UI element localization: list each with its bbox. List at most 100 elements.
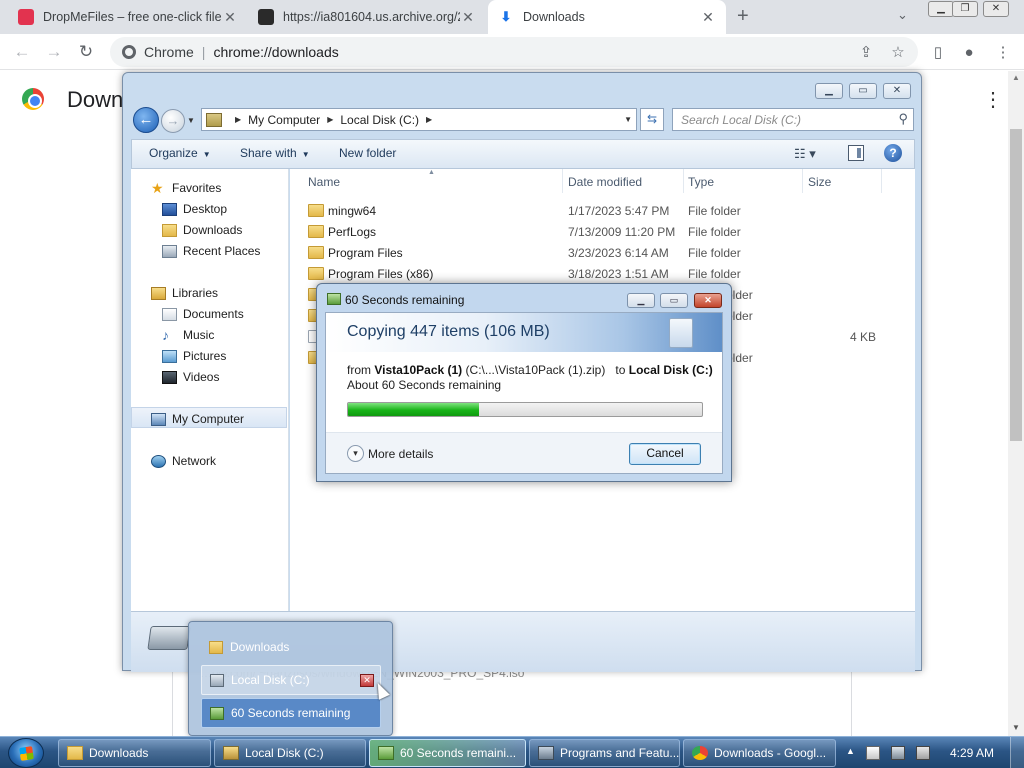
- address-bar[interactable]: Chrome | chrome://downloads: [110, 37, 918, 67]
- share-with-button[interactable]: Share with ▼: [240, 146, 310, 160]
- file-row[interactable]: Program Files (x86) 3/18/2023 1:51 AM Fi…: [290, 264, 890, 285]
- nav-recent-places[interactable]: Recent Places: [162, 244, 260, 258]
- change-view-icon[interactable]: ☷ ▾: [794, 146, 816, 162]
- volume-muted-icon[interactable]: [916, 746, 930, 760]
- column-name[interactable]: Name: [308, 175, 340, 189]
- taskbar-clock[interactable]: 4:29 AM: [950, 746, 994, 760]
- share-icon[interactable]: ⇪: [857, 44, 875, 62]
- close-window-button[interactable]: ✕: [983, 1, 1009, 17]
- cancel-button[interactable]: Cancel: [629, 443, 701, 465]
- close-tab-icon[interactable]: ✕: [700, 9, 716, 26]
- copy-dialog-minimize-button[interactable]: ▁: [627, 293, 655, 308]
- column-divider[interactable]: [562, 169, 563, 193]
- forward-button[interactable]: →: [42, 41, 66, 63]
- breadcrumb-chevron-icon[interactable]: ▶: [426, 115, 432, 124]
- taskbar-button-downloads[interactable]: Downloads: [58, 739, 211, 767]
- organize-button[interactable]: Organize ▼: [149, 146, 211, 160]
- new-folder-button[interactable]: New folder: [339, 146, 396, 160]
- downloads-menu-icon[interactable]: ⋮: [983, 87, 1003, 112]
- breadcrumb-my-computer[interactable]: My Computer: [248, 113, 320, 127]
- preview-pane-icon[interactable]: [848, 145, 864, 161]
- nav-desktop[interactable]: Desktop: [162, 202, 227, 216]
- scroll-down-arrow-icon[interactable]: ▼: [1012, 723, 1020, 732]
- column-divider[interactable]: [881, 169, 882, 193]
- close-tab-icon[interactable]: ✕: [460, 9, 476, 26]
- scroll-up-arrow-icon[interactable]: ▲: [1012, 73, 1020, 82]
- network-tray-icon[interactable]: [891, 746, 905, 760]
- tab-downloads[interactable]: ⬇ Downloads ✕: [488, 0, 726, 34]
- column-divider[interactable]: [802, 169, 803, 193]
- popup-item-local-disk[interactable]: Local Disk (C:) ✕: [201, 665, 381, 695]
- taskbar-button-chrome[interactable]: Downloads - Googl...: [683, 739, 836, 767]
- action-center-flag-icon[interactable]: [866, 746, 880, 760]
- file-row[interactable]: mingw64 1/17/2023 5:47 PM File folder: [290, 201, 890, 222]
- explorer-maximize-button[interactable]: ▭: [849, 83, 877, 99]
- nav-network[interactable]: Network: [151, 454, 216, 468]
- breadcrumb-chevron-icon[interactable]: ▶: [327, 115, 333, 124]
- nav-documents[interactable]: Documents: [162, 307, 244, 321]
- scrollbar-thumb[interactable]: [1010, 129, 1022, 441]
- profile-avatar-icon[interactable]: ●: [960, 44, 978, 62]
- file-date: 1/17/2023 5:47 PM: [568, 204, 670, 218]
- close-tab-icon[interactable]: ✕: [222, 9, 238, 26]
- search-icon[interactable]: ⚲: [898, 111, 908, 127]
- chrome-menu-icon[interactable]: ⋮: [994, 44, 1012, 62]
- reload-button[interactable]: ↻: [74, 41, 98, 63]
- explorer-minimize-button[interactable]: ▁: [815, 83, 843, 99]
- history-dropdown-icon[interactable]: ▼: [187, 116, 195, 125]
- bookmark-star-icon[interactable]: ☆: [889, 44, 907, 62]
- chrome-site-icon: [122, 45, 136, 59]
- nav-downloads[interactable]: Downloads: [162, 223, 242, 237]
- destination-name[interactable]: Local Disk (C:): [629, 363, 713, 377]
- show-hidden-icons-arrow-icon[interactable]: ▲: [846, 746, 855, 756]
- column-size[interactable]: Size: [808, 175, 831, 189]
- tab-dropmefiles[interactable]: DropMeFiles – free one-click file ✕: [8, 0, 248, 34]
- search-placeholder: Search Local Disk (C:): [681, 113, 802, 127]
- tab-archive[interactable]: https://ia801604.us.archive.org/2 ✕: [248, 0, 486, 34]
- explorer-refresh-button[interactable]: ⇆: [640, 108, 664, 131]
- taskbar-button-programs-features[interactable]: Programs and Featu...: [529, 739, 680, 767]
- start-button[interactable]: [8, 738, 44, 768]
- taskbar-button-copy-progress[interactable]: 60 Seconds remaini...: [369, 739, 526, 767]
- taskbar-button-local-disk[interactable]: Local Disk (C:): [214, 739, 366, 767]
- breadcrumb-local-disk[interactable]: Local Disk (C:): [340, 113, 419, 127]
- explorer-back-button[interactable]: ←: [133, 107, 159, 133]
- nav-my-computer[interactable]: My Computer: [151, 412, 244, 426]
- nav-label: Recent Places: [183, 244, 261, 258]
- show-desktop-button[interactable]: [1010, 737, 1024, 768]
- nav-label: Videos: [183, 370, 220, 384]
- popup-item-downloads[interactable]: Downloads: [201, 632, 381, 662]
- more-details-toggle[interactable]: ▾ More details: [347, 445, 433, 462]
- nav-libraries[interactable]: Libraries: [151, 286, 218, 300]
- nav-pictures[interactable]: Pictures: [162, 349, 226, 363]
- copy-dialog-maximize-button[interactable]: ▭: [660, 293, 688, 308]
- minimize-button[interactable]: ▁: [928, 1, 954, 17]
- nav-favorites[interactable]: ★ Favorites: [151, 181, 221, 196]
- column-date-modified[interactable]: Date modified: [568, 175, 642, 189]
- file-row[interactable]: Program Files 3/23/2023 6:14 AM File fol…: [290, 243, 890, 264]
- column-divider[interactable]: [683, 169, 684, 193]
- help-icon[interactable]: ?: [884, 144, 902, 162]
- source-name[interactable]: Vista10Pack (1): [374, 363, 462, 377]
- explorer-search-input[interactable]: Search Local Disk (C:) ⚲: [672, 108, 914, 131]
- breadcrumb-chevron-icon[interactable]: ▶: [235, 115, 241, 124]
- copy-source-destination: from Vista10Pack (1) (C:\...\Vista10Pack…: [347, 363, 713, 377]
- explorer-address-bar[interactable]: ▶ My Computer ▶ Local Disk (C:) ▶ ▼: [201, 108, 637, 131]
- new-tab-button[interactable]: +: [737, 5, 749, 28]
- address-dropdown-icon[interactable]: ▼: [624, 115, 632, 124]
- restore-button[interactable]: ❐: [952, 1, 978, 17]
- explorer-forward-button[interactable]: →: [161, 109, 185, 133]
- tab-search-chevron-icon[interactable]: ⌄: [897, 7, 908, 23]
- copy-dialog-close-button[interactable]: ✕: [694, 293, 722, 308]
- taskbar-button-label: Downloads - Googl...: [714, 746, 827, 760]
- popup-item-copy-progress[interactable]: 60 Seconds remaining: [201, 698, 381, 728]
- nav-videos[interactable]: Videos: [162, 370, 219, 384]
- side-panel-icon[interactable]: ▯: [929, 44, 947, 62]
- page-scrollbar[interactable]: ▲ ▼: [1008, 71, 1024, 736]
- column-type[interactable]: Type: [688, 175, 714, 189]
- file-row[interactable]: PerfLogs 7/13/2009 11:20 PM File folder: [290, 222, 890, 243]
- back-button[interactable]: ←: [10, 41, 34, 63]
- explorer-close-button[interactable]: ✕: [883, 83, 911, 99]
- nav-music[interactable]: ♪ Music: [162, 328, 214, 343]
- folder-icon: [308, 204, 324, 217]
